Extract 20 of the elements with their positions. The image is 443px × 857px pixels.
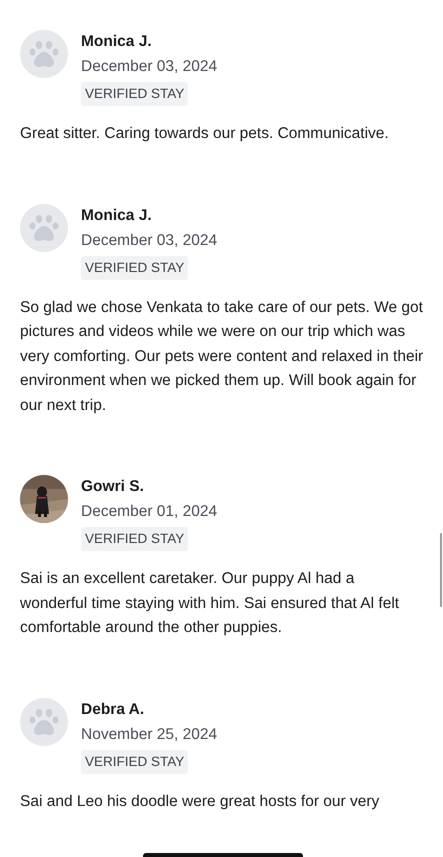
review-date: December 03, 2024 <box>81 230 218 250</box>
paw-avatar-icon <box>20 698 68 746</box>
reviewer-name: Monica J. <box>81 32 152 52</box>
review-date: December 03, 2024 <box>81 57 218 77</box>
reviewer-name: Monica J. <box>81 206 152 226</box>
reviewer-name: Debra A. <box>81 700 144 720</box>
review-text: Great sitter. Caring towards our pets. Communicative. <box>20 124 390 144</box>
home-indicator[interactable] <box>143 853 303 857</box>
paw-avatar-icon <box>20 30 68 78</box>
verified-stay-tag: VERIFIED STAY <box>81 256 188 280</box>
review-text: Sai and Leo his doodle were great hosts for our very <box>20 792 380 812</box>
review-text: Sai is an excellent caretaker. Our puppy Al had a wonderful time staying with him. Sai ensured that Al felt comfortable around the other puppies. <box>20 569 400 638</box>
verified-stay-tag: VERIFIED STAY <box>81 82 188 106</box>
paw-avatar-icon <box>20 204 68 252</box>
reviewer-name: Gowri S. <box>81 477 144 497</box>
review-date: November 25, 2024 <box>81 724 218 744</box>
verified-stay-tag: VERIFIED STAY <box>81 750 188 774</box>
review-text: So glad we chose Venkata to take care of our pets. We got pictures and videos while we were on our trip which was very comforting. Our pets were content and relaxed in their environment when we picked them up. Will book again for our next trip. <box>20 298 424 416</box>
verified-stay-tag: VERIFIED STAY <box>81 527 188 551</box>
review-date: December 01, 2024 <box>81 502 218 522</box>
